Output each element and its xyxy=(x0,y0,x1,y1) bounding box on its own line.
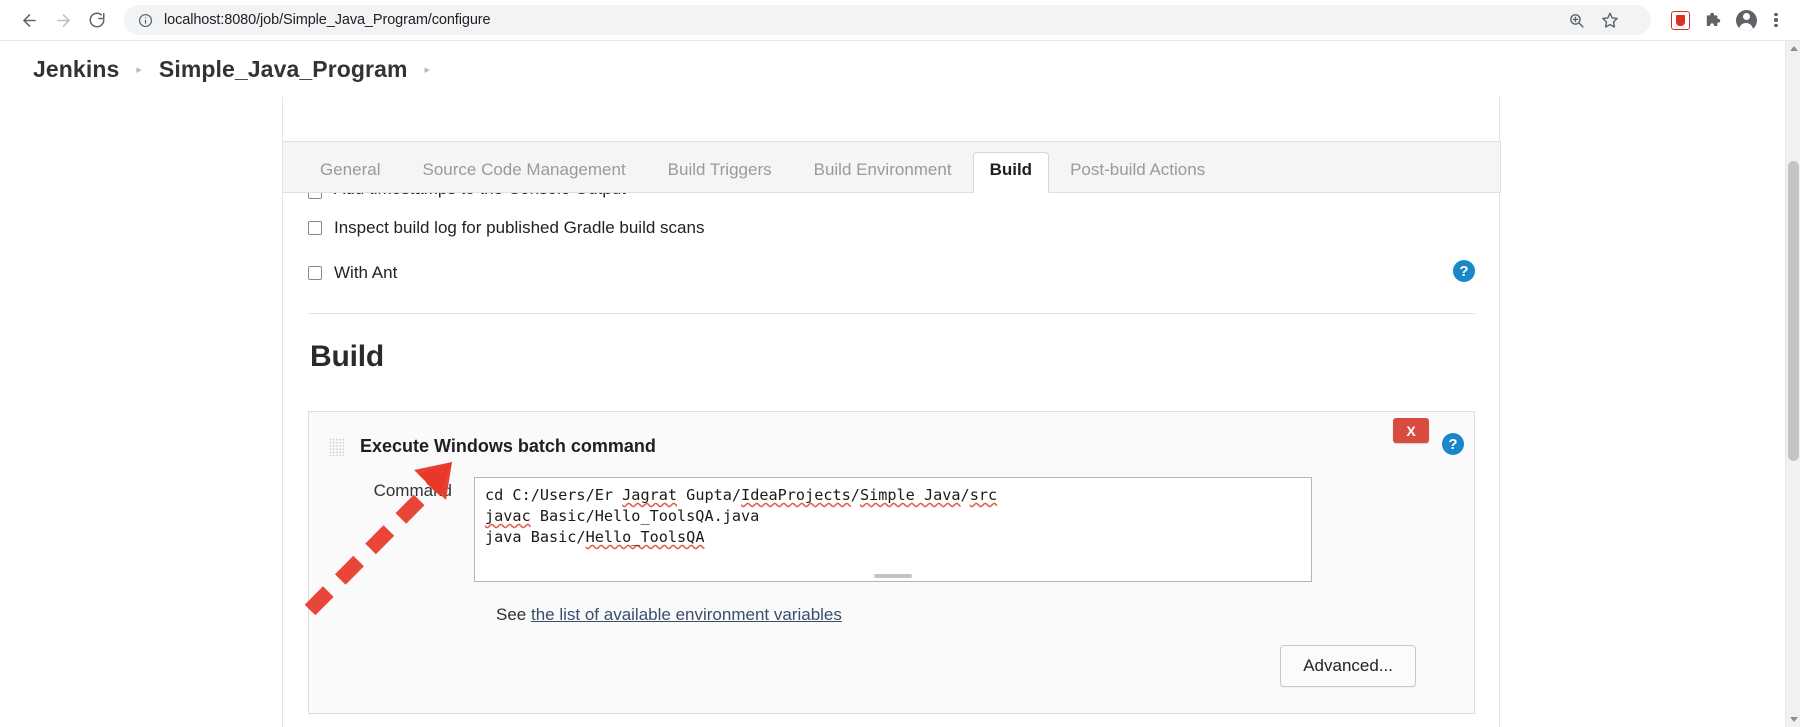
avatar xyxy=(1735,9,1757,31)
help-circle-icon-with-ant[interactable]: ? xyxy=(1453,260,1475,282)
breadcrumb: Jenkins ▸ Simple_Java_Program ▸ xyxy=(0,41,1789,97)
command-line-2: javac Basic/Hello_ToolsQA.java xyxy=(485,507,760,525)
section-divider xyxy=(308,313,1475,314)
env-prefix-text: See xyxy=(496,605,531,624)
breadcrumb-separator-icon: ▸ xyxy=(136,63,142,76)
url-text: localhost:8080/job/Simple_Java_Program/c… xyxy=(164,12,491,28)
resize-grip-icon[interactable] xyxy=(874,574,912,578)
back-button[interactable] xyxy=(12,3,46,37)
tab-post-build-actions[interactable]: Post-build Actions xyxy=(1049,154,1226,192)
reload-button[interactable] xyxy=(80,3,114,37)
puzzle-piece-icon[interactable] xyxy=(1698,5,1728,35)
help-circle-icon-build-step[interactable]: ? xyxy=(1442,433,1464,455)
command-field-row: Command cd C:/Users/Er Jagrat Gupta/Idea… xyxy=(309,477,1474,582)
tab-build-environment[interactable]: Build Environment xyxy=(793,154,973,192)
account-avatar-icon[interactable] xyxy=(1731,5,1761,35)
forward-button[interactable] xyxy=(46,3,80,37)
command-line-3: java Basic/Hello_ToolsQA xyxy=(485,528,705,546)
build-step-header: Execute Windows batch command xyxy=(309,432,1474,457)
arrow-right-icon xyxy=(56,13,70,27)
checkbox-gradle-scans[interactable] xyxy=(308,220,322,235)
scroll-up-arrow-icon[interactable] xyxy=(1786,41,1800,56)
build-step-card: X ? Execute Windows batch command Comman… xyxy=(308,411,1475,714)
tab-source-code-management[interactable]: Source Code Management xyxy=(401,154,646,192)
breadcrumb-separator-icon-2: ▸ xyxy=(424,63,431,76)
tab-build[interactable]: Build xyxy=(972,152,1050,193)
zoom-search-icon[interactable] xyxy=(1561,5,1591,35)
drag-handle-icon[interactable] xyxy=(329,437,345,456)
checkbox-row-with-ant[interactable]: With Ant ? xyxy=(308,254,1475,291)
checkbox-label-with-ant: With Ant xyxy=(334,262,398,282)
advanced-button[interactable]: Advanced... xyxy=(1280,645,1416,687)
config-form: Add timestamps to the Console Output Ins… xyxy=(283,179,1501,727)
page-scrollbar[interactable] xyxy=(1785,41,1800,727)
address-bar[interactable]: localhost:8080/job/Simple_Java_Program/c… xyxy=(124,5,1651,35)
delete-step-icon[interactable]: X xyxy=(1393,418,1429,443)
command-label: Command xyxy=(373,481,452,500)
reload-icon xyxy=(89,12,105,28)
checkbox-label-gradle-scans: Inspect build log for published Gradle b… xyxy=(334,217,705,237)
arrow-left-icon xyxy=(22,13,36,27)
checkbox-with-ant[interactable] xyxy=(308,265,322,280)
breadcrumb-item-jenkins[interactable]: Jenkins xyxy=(33,56,119,83)
config-panel: General Source Code Management Build Tri… xyxy=(282,97,1501,727)
config-tab-bar: General Source Code Management Build Tri… xyxy=(283,141,1501,193)
command-line-1: cd C:/Users/Er Jagrat Gupta/IdeaProjects… xyxy=(485,486,998,504)
omnibox-actions xyxy=(1561,5,1625,35)
shield-extension-icon[interactable] xyxy=(1665,5,1695,35)
browser-toolbar-right xyxy=(1665,5,1788,35)
build-step-title: Execute Windows batch command xyxy=(360,436,656,456)
star-icon[interactable] xyxy=(1595,5,1625,35)
three-dot-menu-icon[interactable] xyxy=(1764,8,1788,32)
advanced-row: Advanced... xyxy=(309,645,1474,687)
scrollbar-thumb[interactable] xyxy=(1788,161,1799,461)
info-circle-icon[interactable] xyxy=(137,12,154,29)
breadcrumb-item-job[interactable]: Simple_Java_Program xyxy=(159,56,408,83)
browser-toolbar: localhost:8080/job/Simple_Java_Program/c… xyxy=(0,0,1800,41)
checkbox-row-gradle-scans[interactable]: Inspect build log for published Gradle b… xyxy=(308,209,1475,246)
environment-variables-link[interactable]: the list of available environment variab… xyxy=(531,605,842,624)
scroll-down-arrow-icon[interactable] xyxy=(1786,712,1800,727)
environment-variables-line: See the list of available environment va… xyxy=(309,605,1474,625)
tab-build-triggers[interactable]: Build Triggers xyxy=(647,154,793,192)
jenkins-page: Jenkins ▸ Simple_Java_Program ▸ General … xyxy=(0,41,1800,727)
command-input[interactable]: cd C:/Users/Er Jagrat Gupta/IdeaProjects… xyxy=(474,477,1312,582)
tab-general[interactable]: General xyxy=(299,154,401,192)
page-title-build: Build xyxy=(310,340,384,373)
